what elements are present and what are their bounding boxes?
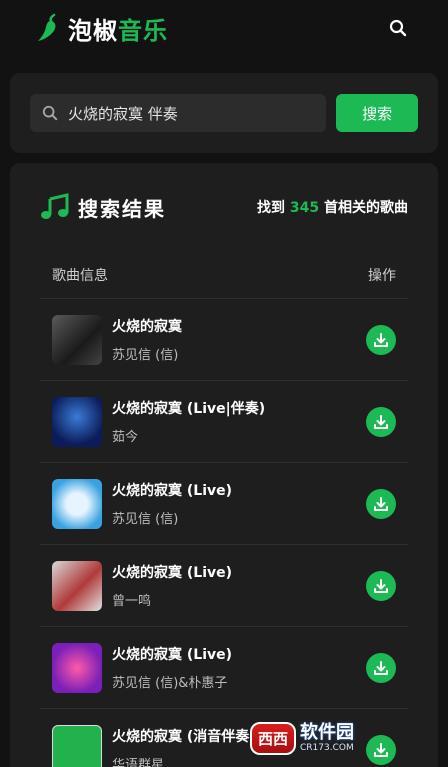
search-icon <box>42 105 58 121</box>
download-button[interactable] <box>366 570 396 601</box>
download-icon <box>374 660 388 675</box>
song-row[interactable]: 火烧的寂寞 苏见信 (信) <box>40 299 408 381</box>
download-icon <box>374 578 388 593</box>
song-artist: 苏见信 (信) <box>112 348 179 363</box>
song-info: 火烧的寂寞 苏见信 (信) <box>112 316 366 363</box>
song-info: 火烧的寂寞 (Live|伴奏) 茹今 <box>112 398 366 445</box>
results-header: 搜索结果 找到 345 首相关的歌曲 <box>40 163 408 251</box>
results-count-suffix: 首相关的歌曲 <box>324 200 408 216</box>
album-cover <box>52 560 102 611</box>
album-cover <box>52 478 102 529</box>
song-title: 火烧的寂寞 (Live|伴奏) <box>112 401 266 417</box>
download-icon <box>374 332 388 347</box>
brand-name: 泡椒音乐 <box>68 11 168 46</box>
album-cover <box>52 724 102 767</box>
download-icon <box>374 496 388 511</box>
search-panel: 搜索 <box>10 73 438 153</box>
watermark-logo: 西西 软件园 CR173.COM <box>250 716 430 760</box>
watermark-badge: 西西 <box>250 721 297 755</box>
app-header: 泡椒音乐 <box>0 0 448 56</box>
song-title: 火烧的寂寞 <box>112 319 182 335</box>
brand-name-white: 泡椒 <box>68 16 118 45</box>
song-artist: 茹今 <box>112 430 139 445</box>
song-info: 火烧的寂寞 (Live) 曾一鸣 <box>112 562 366 609</box>
watermark-text: 软件园 CR173.COM <box>300 721 355 753</box>
brand-name-green: 音乐 <box>118 16 168 45</box>
song-row[interactable]: 火烧的寂寞 (Live) 曾一鸣 <box>40 545 408 627</box>
song-row[interactable]: 火烧的寂寞 (Live|伴奏) 茹今 <box>40 381 408 463</box>
music-note-icon <box>41 193 69 219</box>
column-header: 歌曲信息 操作 <box>40 251 408 299</box>
song-info: 火烧的寂寞 (Live) 苏见信 (信)&朴惠子 <box>112 644 366 691</box>
header-search-button[interactable] <box>384 14 412 42</box>
results-title: 搜索结果 <box>40 193 166 222</box>
song-title: 火烧的寂寞 (Live) <box>112 565 233 581</box>
watermark-sub: CR173.COM <box>300 742 354 753</box>
song-info: 火烧的寂寞 (Live) 苏见信 (信) <box>112 480 366 527</box>
song-row[interactable]: 火烧的寂寞 (Live) 苏见信 (信)&朴惠子 <box>40 627 408 709</box>
results-count: 找到 345 首相关的歌曲 <box>257 197 408 217</box>
results-panel: 搜索结果 找到 345 首相关的歌曲 歌曲信息 操作 火烧的寂寞 苏见信 (信)… <box>10 163 438 767</box>
album-cover <box>52 314 102 365</box>
song-title: 火烧的寂寞 (Live) <box>112 483 233 499</box>
song-title: 火烧的寂寞 (Live) <box>112 647 233 663</box>
album-cover <box>52 396 102 447</box>
album-cover <box>52 642 102 693</box>
chili-pepper-icon <box>38 13 56 41</box>
download-button[interactable] <box>366 324 396 355</box>
results-title-text: 搜索结果 <box>78 196 166 221</box>
results-count-number: 345 <box>289 200 320 216</box>
search-icon <box>389 19 407 37</box>
column-song-info: 歌曲信息 <box>52 267 108 284</box>
watermark-main: 软件园 <box>300 721 355 743</box>
column-action: 操作 <box>368 267 396 284</box>
download-button[interactable] <box>366 488 396 519</box>
search-button[interactable]: 搜索 <box>336 94 418 132</box>
search-field[interactable] <box>30 94 327 132</box>
brand-logo[interactable]: 泡椒音乐 <box>36 11 168 46</box>
search-input[interactable] <box>68 104 298 122</box>
song-artist: 苏见信 (信) <box>112 512 179 527</box>
song-artist: 曾一鸣 <box>112 594 152 609</box>
download-icon <box>374 414 388 429</box>
download-button[interactable] <box>366 652 396 683</box>
song-row[interactable]: 火烧的寂寞 (Live) 苏见信 (信) <box>40 463 408 545</box>
song-artist: 苏见信 (信)&朴惠子 <box>112 676 228 691</box>
results-count-prefix: 找到 <box>257 200 286 216</box>
download-button[interactable] <box>366 406 396 437</box>
